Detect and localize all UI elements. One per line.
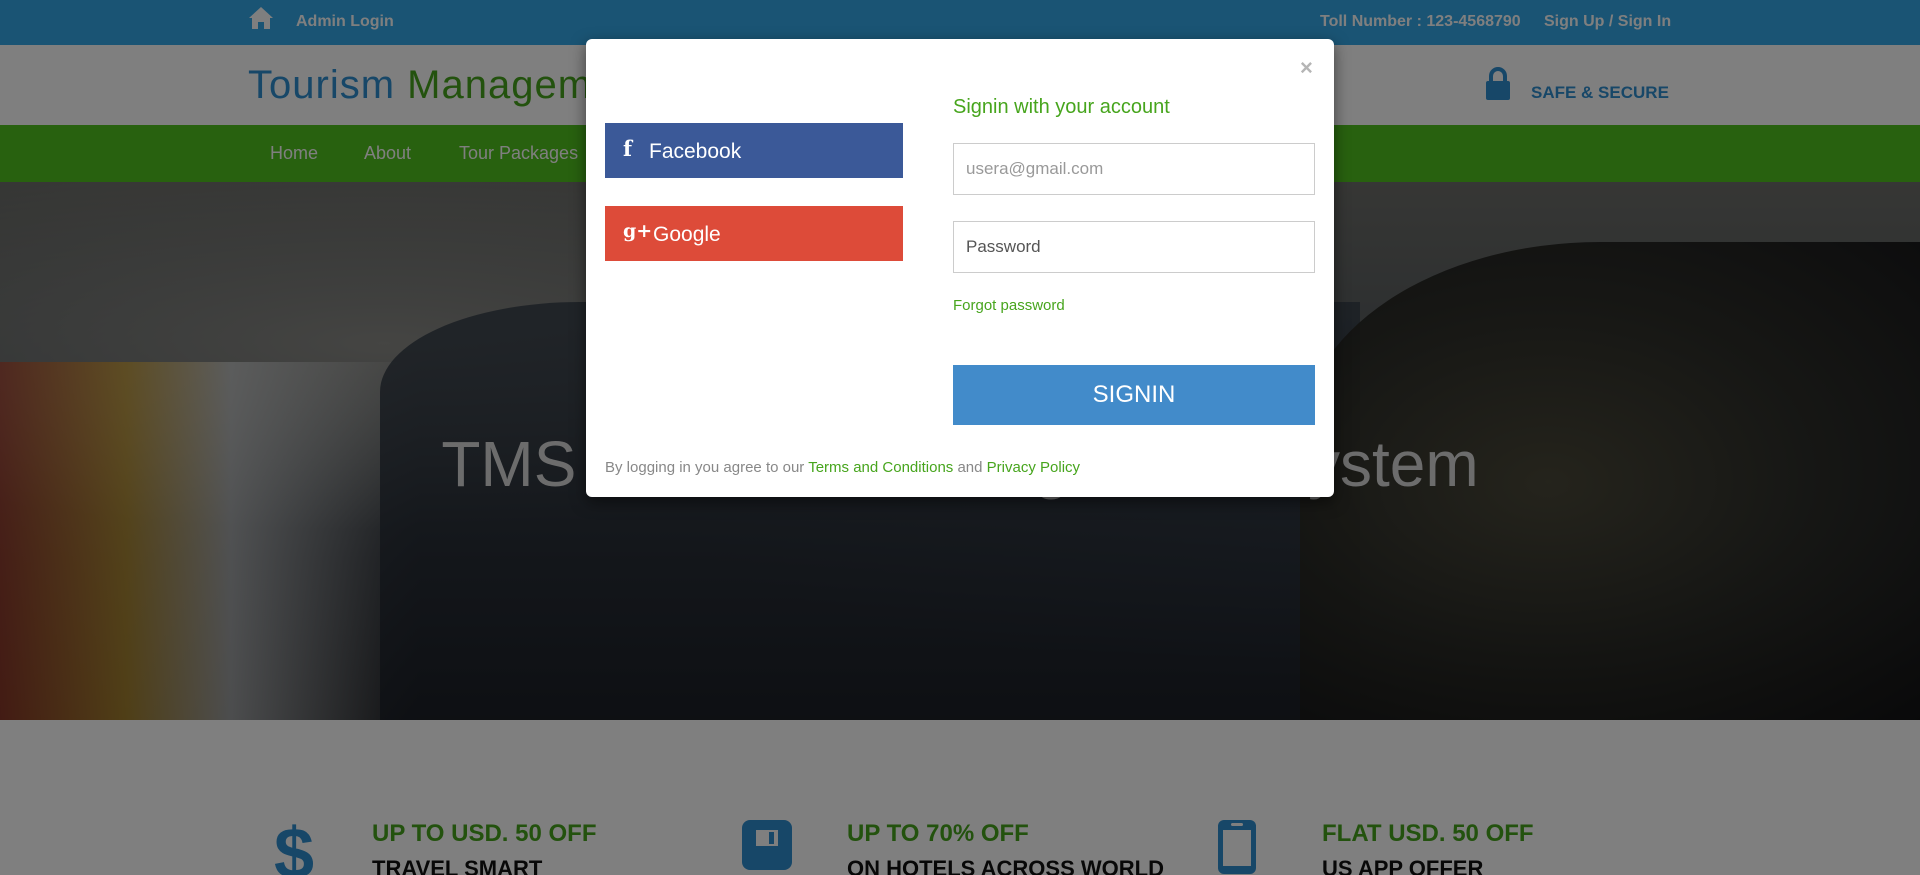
signin-button[interactable]: SIGNIN xyxy=(953,365,1315,425)
google-login-button[interactable]: g+ Google xyxy=(605,206,903,261)
terms-notice: By logging in you agree to our Terms and… xyxy=(605,459,1080,476)
facebook-icon: f xyxy=(623,136,633,161)
close-icon[interactable]: × xyxy=(1300,55,1313,81)
facebook-button-label: Facebook xyxy=(649,140,742,163)
google-plus-icon: g+ xyxy=(623,220,653,242)
terms-and: and xyxy=(957,459,983,476)
signin-modal: × f Facebook g+ Google Signin with your … xyxy=(586,39,1334,497)
email-input[interactable] xyxy=(953,143,1315,195)
terms-link[interactable]: Terms and Conditions xyxy=(808,459,953,476)
signin-heading: Signin with your account xyxy=(953,96,1170,118)
terms-prefix: By logging in you agree to our xyxy=(605,459,805,476)
privacy-link[interactable]: Privacy Policy xyxy=(987,459,1080,476)
password-input[interactable] xyxy=(953,221,1315,273)
google-button-label: Google xyxy=(653,223,721,246)
forgot-password-link[interactable]: Forgot password xyxy=(953,297,1065,314)
facebook-login-button[interactable]: f Facebook xyxy=(605,123,903,178)
